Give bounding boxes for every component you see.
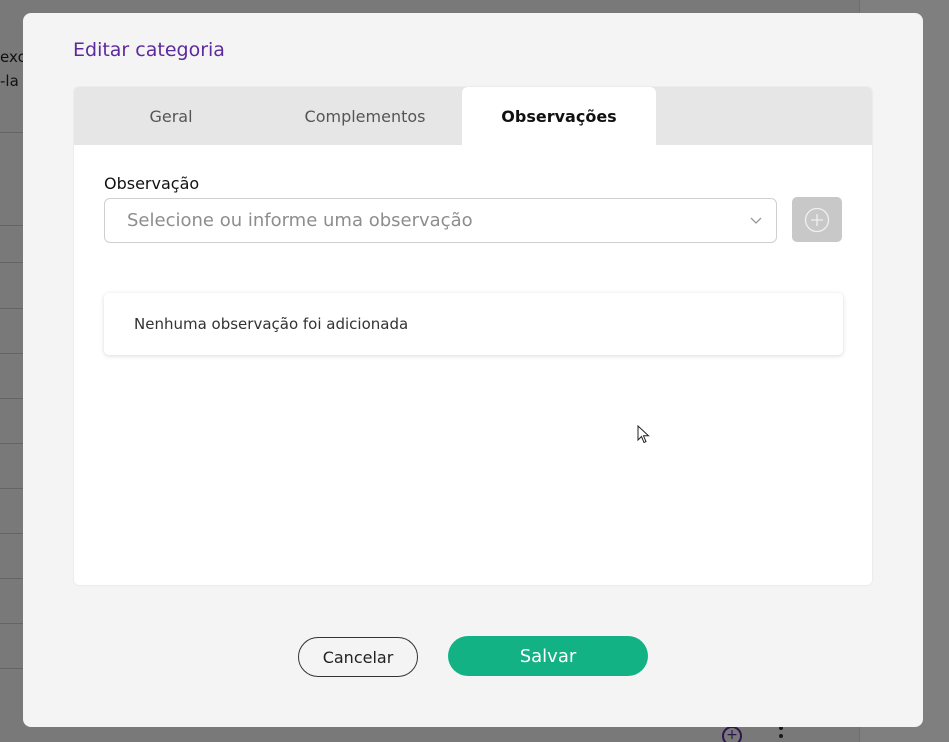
chevron-down-icon [750, 217, 762, 224]
cancel-button[interactable]: Cancelar [298, 637, 418, 677]
tab-complementos[interactable]: Complementos [268, 87, 462, 145]
tabs-bar: Geral Complementos Observações [74, 87, 872, 145]
edit-category-modal: Editar categoria Geral Complementos Obse… [23, 13, 923, 727]
plus-circle-icon [804, 207, 830, 232]
observacao-select[interactable]: Selecione ou informe uma observação [104, 198, 777, 243]
tabs-card: Geral Complementos Observações Observaçã… [73, 86, 873, 586]
empty-message-text: Nenhuma observação foi adicionada [134, 315, 409, 333]
empty-observations-message: Nenhuma observação foi adicionada [104, 293, 843, 355]
tab-geral[interactable]: Geral [74, 87, 268, 145]
add-observation-button[interactable] [792, 197, 842, 242]
observacao-label: Observação [104, 174, 200, 193]
modal-title: Editar categoria [73, 39, 225, 61]
mouse-pointer-icon [637, 425, 650, 444]
save-button[interactable]: Salvar [448, 636, 648, 676]
tab-observacoes[interactable]: Observações [462, 87, 656, 145]
select-placeholder: Selecione ou informe uma observação [127, 210, 473, 231]
